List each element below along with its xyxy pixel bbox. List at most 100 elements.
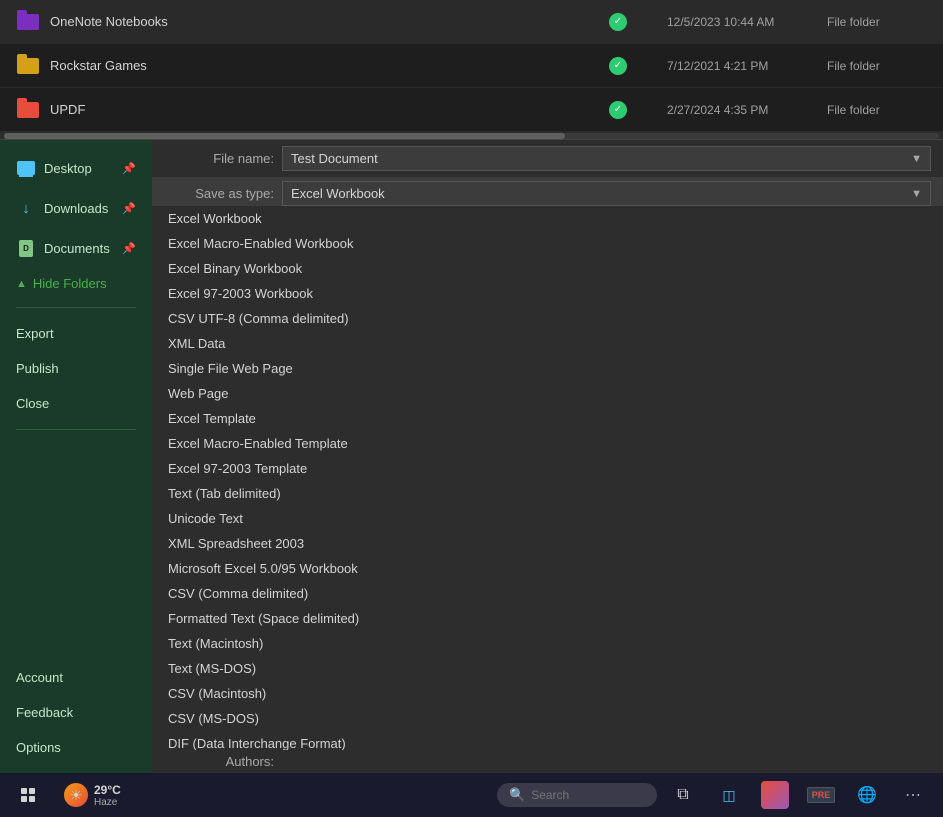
sidebar-item-label: Downloads (44, 201, 108, 216)
desktop-icon (16, 158, 36, 178)
task-view-icon: ⧉ (677, 786, 688, 804)
dropdown-option-web-page[interactable]: Web Page (152, 381, 943, 406)
file-row-type: File folder (827, 15, 927, 29)
folder-icon (16, 54, 40, 78)
dropdown-option-formatted-text-space-delimited[interactable]: Formatted Text (Space delimited) (152, 606, 943, 631)
dropdown-option-excel-binary-workbook[interactable]: Excel Binary Workbook (152, 256, 943, 281)
file-name-row: File name: Test Document ▼ (152, 140, 943, 177)
dropdown-option-text-ms-dos[interactable]: Text (MS-DOS) (152, 656, 943, 681)
downloads-icon: ↓ (16, 198, 36, 218)
sidebar-item-options[interactable]: Options (0, 730, 152, 765)
sidebar-item-feedback[interactable]: Feedback (0, 695, 152, 730)
file-row[interactable]: Rockstar Games ✓ 7/12/2021 4:21 PM File … (0, 44, 943, 88)
dropdown-option-csv-utf8[interactable]: CSV UTF-8 (Comma delimited) (152, 306, 943, 331)
sync-icon: ✓ (609, 13, 627, 31)
windows-icon (21, 788, 35, 802)
dropdown-option-xml-data[interactable]: XML Data (152, 331, 943, 356)
sidebar-item-label: Desktop (44, 161, 92, 176)
authors-row: Authors: (152, 750, 943, 773)
authors-label: Authors: (164, 754, 274, 769)
sidebar: Desktop 📌 ↓ Downloads 📌 D Documents 📌 ▲ … (0, 140, 152, 773)
save-as-value: Excel Workbook (291, 186, 911, 201)
scrollbar-track (4, 133, 939, 139)
taskbar: ☀ 29°C Haze 🔍 ⧉ ◫ PRE 🌐 ⋯ (0, 773, 943, 817)
dropdown-option-csv-comma-delimited[interactable]: CSV (Comma delimited) (152, 581, 943, 606)
save-as-label: Save as type: (164, 186, 274, 201)
weather-widget[interactable]: ☀ 29°C Haze (56, 779, 129, 812)
sidebar-divider-1 (16, 307, 136, 308)
dropdown-option-excel-workbook[interactable]: Excel Workbook (152, 206, 943, 231)
file-row[interactable]: OneNote Notebooks ✓ 12/5/2023 10:44 AM F… (0, 0, 943, 44)
media-icon (761, 781, 789, 809)
sidebar-item-close[interactable]: Close (0, 386, 152, 421)
save-as-input[interactable]: Excel Workbook ▼ (282, 181, 931, 206)
dropdown-option-single-file-web-page[interactable]: Single File Web Page (152, 356, 943, 381)
content-area: File name: Test Document ▼ Save as type:… (152, 140, 943, 773)
dropdown-option-excel-template[interactable]: Excel Template (152, 406, 943, 431)
chevron-up-icon: ▲ (16, 278, 27, 290)
sidebar-item-label: Export (16, 326, 54, 341)
taskbar-apps: ⧉ ◫ PRE 🌐 ⋯ (661, 775, 935, 815)
search-bar[interactable]: 🔍 (497, 783, 657, 807)
sidebar-item-desktop[interactable]: Desktop 📌 (0, 148, 152, 188)
start-button[interactable] (8, 777, 48, 813)
pre-button[interactable]: PRE (799, 775, 843, 815)
sidebar-item-label: Options (16, 740, 61, 755)
dropdown-option-text-macintosh[interactable]: Text (Macintosh) (152, 631, 943, 656)
dropdown-option-excel-97-2003-workbook[interactable]: Excel 97-2003 Workbook (152, 281, 943, 306)
sidebar-item-account[interactable]: Account (0, 660, 152, 695)
scrollbar[interactable] (0, 132, 943, 139)
file-row-date: 7/12/2021 4:21 PM (667, 59, 827, 73)
sidebar-item-export[interactable]: Export (0, 316, 152, 351)
main-layout: Desktop 📌 ↓ Downloads 📌 D Documents 📌 ▲ … (0, 140, 943, 773)
sidebar-item-label: Close (16, 396, 49, 411)
sidebar-item-downloads[interactable]: ↓ Downloads 📌 (0, 188, 152, 228)
file-row-name: Rockstar Games (50, 58, 609, 73)
weather-temp: 29°C (94, 783, 121, 797)
file-name-dropdown-arrow: ▼ (911, 153, 922, 165)
apps-icon: ⋯ (905, 785, 921, 805)
dropdown-option-xml-spreadsheet-2003[interactable]: XML Spreadsheet 2003 (152, 531, 943, 556)
search-icon: 🔍 (509, 787, 525, 803)
file-row-name: OneNote Notebooks (50, 14, 609, 29)
dropdown-option-excel-macro-enabled-workbook[interactable]: Excel Macro-Enabled Workbook (152, 231, 943, 256)
task-view-button[interactable]: ⧉ (661, 775, 705, 815)
dropdown-option-microsoft-excel-5095[interactable]: Microsoft Excel 5.0/95 Workbook (152, 556, 943, 581)
sidebar-item-label: Documents (44, 241, 110, 256)
sidebar-middle-section: Export Publish Close (0, 316, 152, 421)
dropdown-option-excel-97-2003-template[interactable]: Excel 97-2003 Template (152, 456, 943, 481)
taskbar-left: ☀ 29°C Haze (8, 777, 129, 813)
file-row-type: File folder (827, 59, 927, 73)
file-row[interactable]: UPDF ✓ 2/27/2024 4:35 PM File folder (0, 88, 943, 132)
sidebar-item-documents[interactable]: D Documents 📌 (0, 228, 152, 268)
apps-button[interactable]: ⋯ (891, 775, 935, 815)
dropdown-option-unicode-text[interactable]: Unicode Text (152, 506, 943, 531)
weather-info: 29°C Haze (94, 783, 121, 808)
network-icon: 🌐 (857, 785, 877, 805)
network-button[interactable]: 🌐 (845, 775, 889, 815)
dropdown-option-text-tab-delimited[interactable]: Text (Tab delimited) (152, 481, 943, 506)
save-as-dropdown-list[interactable]: Excel WorkbookExcel Macro-Enabled Workbo… (152, 206, 943, 750)
media-button[interactable] (753, 775, 797, 815)
sync-icon: ✓ (609, 101, 627, 119)
weather-icon: ☀ (64, 783, 88, 807)
pin-icon: 📌 (122, 242, 136, 255)
hide-folders-label: Hide Folders (33, 276, 107, 291)
sidebar-top-section: Desktop 📌 ↓ Downloads 📌 D Documents 📌 (0, 148, 152, 268)
file-name-input[interactable]: Test Document ▼ (282, 146, 931, 171)
dropdown-option-dif[interactable]: DIF (Data Interchange Format) (152, 731, 943, 750)
hide-folders-button[interactable]: ▲ Hide Folders (0, 268, 152, 299)
file-name-value: Test Document (291, 151, 911, 166)
sidebar-item-publish[interactable]: Publish (0, 351, 152, 386)
file-list-area: OneNote Notebooks ✓ 12/5/2023 10:44 AM F… (0, 0, 943, 140)
pin-icon: 📌 (122, 162, 136, 175)
dropdown-option-csv-macintosh[interactable]: CSV (Macintosh) (152, 681, 943, 706)
sidebar-divider-2 (16, 429, 136, 430)
search-input[interactable] (531, 788, 645, 802)
documents-icon: D (16, 238, 36, 258)
scrollbar-thumb (4, 133, 565, 139)
sidebar-item-label: Account (16, 670, 63, 685)
dropdown-option-excel-macro-enabled-template[interactable]: Excel Macro-Enabled Template (152, 431, 943, 456)
dropdown-option-csv-ms-dos[interactable]: CSV (MS-DOS) (152, 706, 943, 731)
widgets-button[interactable]: ◫ (707, 775, 751, 815)
